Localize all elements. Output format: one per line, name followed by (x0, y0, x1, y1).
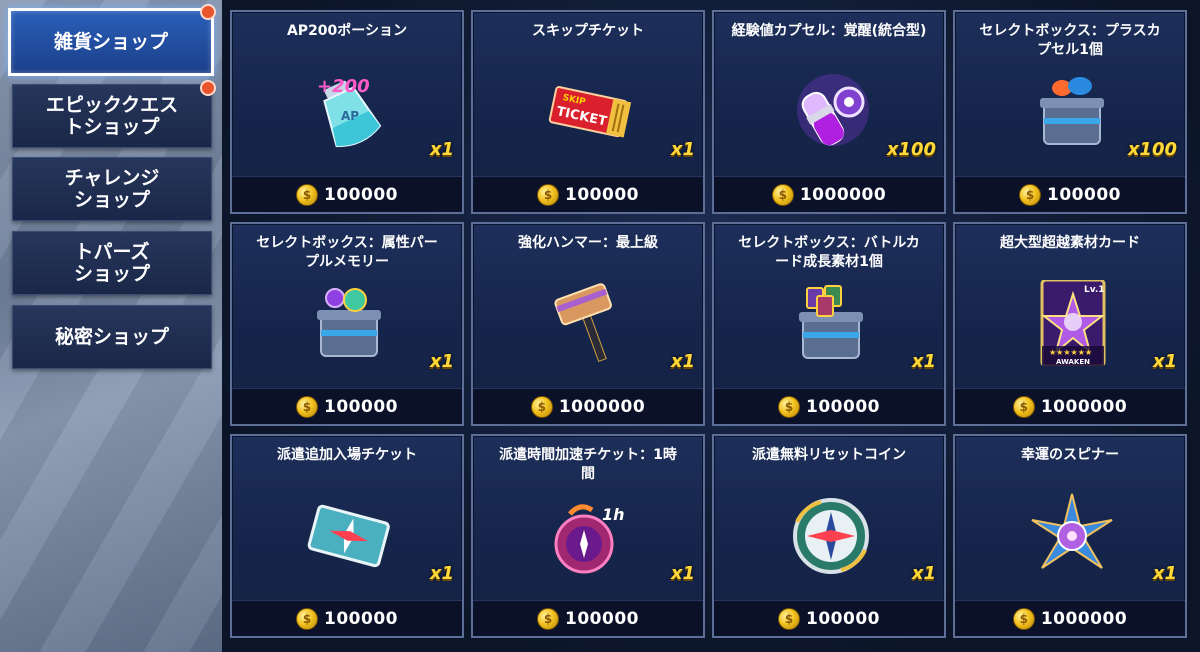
item-name: 幸運のスピナー (1021, 447, 1119, 463)
item-price: 100000 (1047, 184, 1121, 205)
speedup-ticket-icon: 1h (540, 492, 640, 578)
tab-challenge-shop[interactable]: チャレンジ ショップ (12, 157, 212, 221)
shop-item-card[interactable]: 派遣時間加速チケット：1時 間 1h x1 $ 100000 (471, 434, 705, 638)
tab-general-shop[interactable]: 雑貨ショップ (8, 8, 214, 76)
item-name: 派遣時間加速チケット：1時 間 (499, 447, 677, 482)
gold-coin-icon: $ (1012, 395, 1035, 418)
gold-coin-icon: $ (530, 395, 553, 418)
svg-text:AP: AP (341, 109, 359, 123)
shop-item-grid: AP200ポーション +200 AP x1 $ 100000 スキップチケット (222, 0, 1200, 652)
price-bar: $ 100000 (232, 388, 462, 424)
gold-coin-icon: $ (537, 183, 559, 206)
item-price: 1000000 (1040, 396, 1128, 417)
gold-coin-icon: $ (296, 395, 318, 418)
ap-potion-icon: +200 AP (299, 68, 399, 154)
item-price: 1000000 (799, 184, 887, 205)
item-quantity: x100 (886, 139, 936, 160)
tab-secret-shop[interactable]: 秘密ショップ (12, 305, 212, 369)
item-price: 100000 (565, 608, 639, 629)
item-price: 100000 (806, 608, 880, 629)
svg-text:★★★★★★: ★★★★★★ (1049, 348, 1092, 357)
svg-text:+200: +200 (317, 76, 370, 97)
dispatch-ticket-icon (299, 492, 399, 578)
item-name: 強化ハンマー：最上級 (518, 235, 658, 251)
item-quantity: x100 (1127, 139, 1177, 160)
price-bar: $ 100000 (714, 600, 944, 636)
price-bar: $ 100000 (955, 176, 1185, 212)
item-price: 100000 (324, 608, 398, 629)
item-name: セレクトボックス：バトルカ ード成長素材1個 (738, 235, 920, 270)
item-quantity: x1 (429, 351, 454, 372)
shop-item-card[interactable]: AP200ポーション +200 AP x1 $ 100000 (230, 10, 464, 214)
price-bar: $ 1000000 (473, 388, 703, 424)
item-quantity: x1 (670, 139, 695, 160)
item-name: 派遣無料リセットコイン (752, 447, 906, 463)
item-quantity: x1 (670, 563, 695, 584)
item-quantity: x1 (911, 563, 936, 584)
item-price: 1000000 (558, 396, 646, 417)
gold-coin-icon: $ (296, 607, 318, 630)
item-name: セレクトボックス：属性パー プルメモリー (256, 235, 438, 270)
gold-coin-icon: $ (778, 607, 800, 630)
hammer-icon (540, 280, 640, 366)
gold-coin-icon: $ (1019, 183, 1041, 206)
item-price: 1000000 (1040, 608, 1128, 629)
shop-item-card[interactable]: セレクトボックス：プラスカ プセル1個 x100 $ 100000 (953, 10, 1187, 214)
select-box-icon (1022, 68, 1122, 154)
shop-item-card[interactable]: 強化ハンマー：最上級 x1 $ 1000000 (471, 222, 705, 426)
item-quantity: x1 (429, 139, 454, 160)
price-bar: $ 100000 (473, 176, 703, 212)
tab-topaz-shop[interactable]: トパーズ ショップ (12, 231, 212, 295)
gold-coin-icon: $ (778, 395, 800, 418)
item-name: 経験値カプセル：覚醒(統合型) (731, 23, 927, 39)
price-bar: $ 1000000 (714, 176, 944, 212)
gold-coin-icon: $ (296, 183, 318, 206)
item-name: スキップチケット (532, 23, 644, 39)
notification-badge (200, 80, 216, 96)
item-quantity: x1 (1152, 351, 1177, 372)
svg-text:Lv.1: Lv.1 (1084, 285, 1105, 295)
notification-badge (200, 4, 216, 20)
gold-coin-icon: $ (537, 607, 559, 630)
lucky-spinner-icon (1022, 492, 1122, 578)
price-bar: $ 100000 (473, 600, 703, 636)
item-price: 100000 (565, 184, 639, 205)
shop-item-card[interactable]: セレクトボックス：属性パー プルメモリー x1 $ 100000 (230, 222, 464, 426)
price-bar: $ 1000000 (955, 388, 1185, 424)
item-price: 100000 (324, 184, 398, 205)
price-bar: $ 100000 (232, 176, 462, 212)
price-bar: $ 100000 (232, 600, 462, 636)
select-box-icon (781, 280, 881, 366)
shop-item-card[interactable]: 派遣無料リセットコイン x1 $ 100000 (712, 434, 946, 638)
reset-coin-icon (781, 492, 881, 578)
tab-epic-quest-shop[interactable]: エピッククエス トショップ (12, 84, 212, 148)
item-quantity: x1 (911, 351, 936, 372)
shop-item-card[interactable]: 派遣追加入場チケット x1 $ 100000 (230, 434, 464, 638)
shop-item-card[interactable]: 幸運のスピナー x1 $ 1000000 (953, 434, 1187, 638)
price-bar: $ 100000 (714, 388, 944, 424)
item-name: 派遣追加入場チケット (277, 447, 417, 463)
gold-coin-icon: $ (1012, 607, 1035, 630)
shop-item-card[interactable]: セレクトボックス：バトルカ ード成長素材1個 x1 $ 100000 (712, 222, 946, 426)
item-quantity: x1 (670, 351, 695, 372)
select-box-icon (299, 280, 399, 366)
exp-capsule-icon (781, 68, 881, 154)
item-quantity: x1 (429, 563, 454, 584)
shop-item-card[interactable]: 超大型超越素材カード Lv.1 ★★★★★★ AWAKEN x1 $ 10000… (953, 222, 1187, 426)
svg-text:AWAKEN: AWAKEN (1056, 358, 1090, 366)
item-name: 超大型超越素材カード (1000, 235, 1140, 251)
skip-ticket-icon: SKIP TICKET (540, 68, 640, 154)
shop-sidebar: 雑貨ショップ エピッククエス トショップ チャレンジ ショップ トパーズ ショッ… (0, 0, 222, 652)
item-price: 100000 (806, 396, 880, 417)
shop-item-card[interactable]: 経験値カプセル：覚醒(統合型) x100 $ 1000000 (712, 10, 946, 214)
item-name: セレクトボックス：プラスカ プセル1個 (979, 23, 1161, 58)
item-quantity: x1 (1152, 563, 1177, 584)
awaken-card-icon: Lv.1 ★★★★★★ AWAKEN (1022, 278, 1122, 368)
price-bar: $ 1000000 (955, 600, 1185, 636)
item-name: AP200ポーション (286, 23, 408, 39)
shop-item-card[interactable]: スキップチケット SKIP TICKET x1 $ 100000 (471, 10, 705, 214)
gold-coin-icon: $ (771, 183, 794, 206)
svg-text:1h: 1h (602, 505, 625, 524)
item-price: 100000 (324, 396, 398, 417)
